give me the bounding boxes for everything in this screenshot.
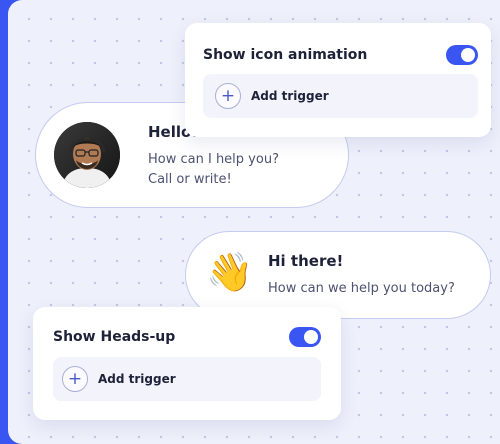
add-trigger-label: Add trigger bbox=[251, 89, 329, 103]
add-trigger-row-headsup[interactable]: + Add trigger bbox=[53, 357, 321, 401]
chat-hi-title: Hi there! bbox=[268, 252, 344, 270]
chat-hello-line1: How can I help you? bbox=[148, 152, 279, 167]
preview-canvas: Hello! How can I help you? Call or write… bbox=[8, 0, 500, 444]
agent-avatar bbox=[54, 122, 120, 188]
icon-animation-title: Show icon animation bbox=[203, 47, 368, 63]
headsup-card: Show Heads-up + Add trigger bbox=[33, 307, 341, 420]
headsup-toggle[interactable] bbox=[289, 327, 321, 347]
chat-hi-text: How can we help you today? bbox=[268, 281, 455, 296]
icon-animation-card: Show icon animation + Add trigger bbox=[185, 23, 491, 137]
toggle-knob bbox=[461, 48, 475, 62]
add-trigger-label: Add trigger bbox=[98, 372, 176, 386]
plus-icon: + bbox=[215, 83, 241, 109]
toggle-knob bbox=[304, 330, 318, 344]
plus-icon: + bbox=[62, 366, 88, 392]
headsup-title: Show Heads-up bbox=[53, 329, 176, 345]
add-trigger-row-icon-animation[interactable]: + Add trigger bbox=[203, 74, 478, 118]
agent-photo bbox=[54, 122, 120, 188]
icon-animation-toggle[interactable] bbox=[446, 45, 478, 65]
chat-hello-line2: Call or write! bbox=[148, 172, 232, 187]
chat-bubble-hi: 👋 Hi there! How can we help you today? bbox=[185, 231, 491, 319]
waving-hand-icon: 👋 bbox=[206, 250, 254, 294]
